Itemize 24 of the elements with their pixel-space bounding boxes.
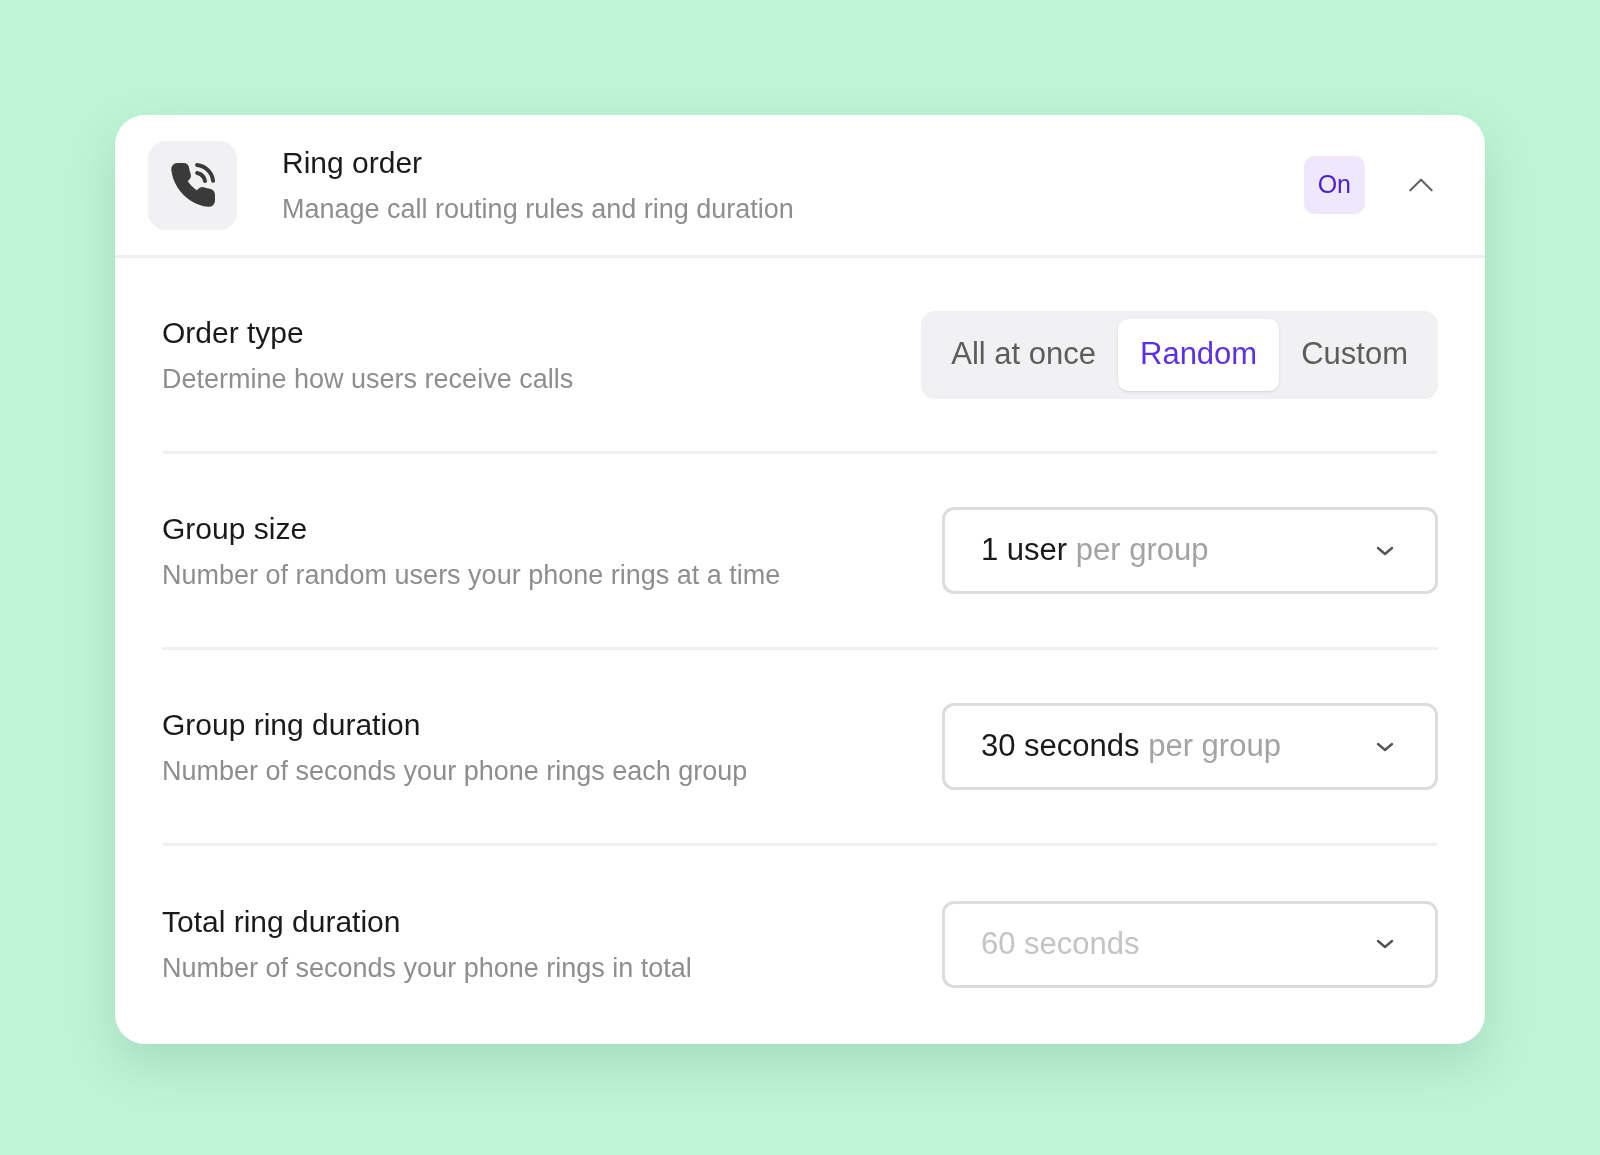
dropdown-select[interactable]: 30 seconds per group (942, 703, 1438, 790)
chevron-down-icon (1375, 938, 1395, 950)
chevron-down-icon (1375, 544, 1395, 557)
chevron-down-icon (1375, 740, 1395, 753)
segment-option[interactable]: Random (1118, 318, 1280, 391)
setting-description: Determine how users receive calls (162, 362, 574, 395)
section-subtitle: Manage call routing rules and ring duration (282, 193, 795, 225)
chevron-up-icon (1407, 177, 1435, 193)
section-title: Ring order (282, 145, 424, 181)
setting-description: Number of random users your phone rings at a time (162, 558, 781, 591)
dropdown-value: 1 user per group (981, 531, 1209, 570)
setting-title: Group ring duration (162, 706, 422, 743)
status-badge: On (1303, 156, 1365, 214)
dropdown-value: 60 seconds (981, 924, 1140, 963)
dropdown-value: 30 seconds per group (981, 727, 1281, 766)
setting-description: Number of seconds your phone rings in total (162, 952, 692, 984)
segment-option[interactable]: Custom (1279, 318, 1430, 391)
setting-title: Total ring duration (162, 904, 402, 940)
phone-ringing-icon (168, 161, 217, 209)
setting-title: Order type (162, 314, 305, 351)
dropdown-select[interactable]: 1 user per group (942, 507, 1438, 594)
setting-description: Number of seconds your phone rings each group (162, 754, 748, 787)
setting-title: Group size (162, 510, 309, 547)
segment-option[interactable]: All at once (929, 318, 1118, 391)
